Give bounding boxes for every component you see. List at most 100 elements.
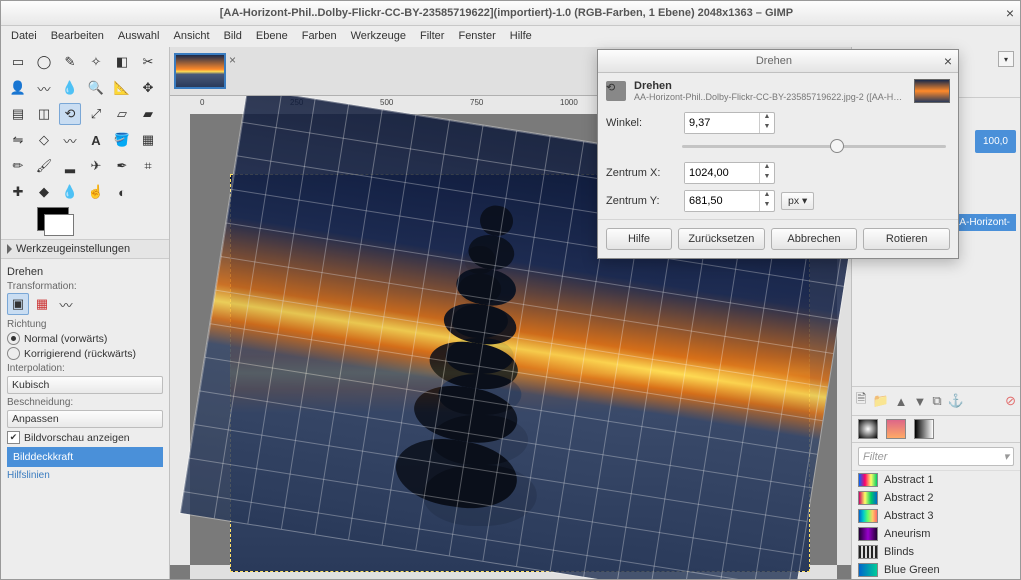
transform-target-layer[interactable]: ▣ — [7, 293, 29, 315]
menu-file[interactable]: Datei — [5, 28, 43, 48]
tool-heal[interactable]: ✚ — [7, 181, 29, 203]
spin-down-icon[interactable]: ▼ — [760, 173, 774, 183]
tool-paths[interactable]: 〰 — [33, 77, 55, 99]
menu-image[interactable]: Bild — [218, 28, 248, 48]
tool-bucket-fill[interactable]: 🪣 — [111, 129, 133, 151]
gradient-item[interactable]: Blinds — [852, 543, 1020, 561]
center-y-input[interactable]: ▲▼ — [684, 190, 775, 212]
tool-ellipse-select[interactable]: ◯ — [33, 51, 55, 73]
layers-mode-dropdown[interactable]: ▾ — [998, 51, 1014, 67]
gradient-item[interactable]: Blue Green — [852, 561, 1020, 579]
clipping-combo[interactable]: Anpassen — [7, 410, 163, 428]
window-close-button[interactable]: × — [1006, 5, 1014, 21]
tool-scissors[interactable]: ✂ — [137, 51, 159, 73]
layer-group-icon[interactable]: 📁 — [872, 393, 888, 409]
tool-color-picker[interactable]: 💧 — [59, 77, 81, 99]
menu-edit[interactable]: Bearbeiten — [45, 28, 110, 48]
direction-normal[interactable]: Normal (vorwärts) — [7, 332, 163, 345]
interpolation-combo[interactable]: Kubisch — [7, 376, 163, 394]
anchor-layer-icon[interactable]: ⚓ — [948, 393, 964, 409]
angle-field[interactable] — [685, 113, 759, 133]
gradient-item[interactable]: Abstract 1 — [852, 471, 1020, 489]
menu-layer[interactable]: Ebene — [250, 28, 294, 48]
rotate-dialog[interactable]: Drehen × ⟲ Drehen AA-Horizont-Phil..Dolb… — [597, 49, 959, 259]
transform-target-path[interactable]: 〰 — [55, 293, 77, 315]
raise-layer-icon[interactable]: ▲ — [895, 394, 908, 409]
gradient-item[interactable]: Abstract 3 — [852, 507, 1020, 525]
tool-move[interactable]: ✥ — [137, 77, 159, 99]
opacity-value[interactable]: 100,0 — [975, 130, 1016, 153]
tool-shear[interactable]: ▱ — [111, 103, 133, 125]
tool-perspective-clone[interactable]: ◆ — [33, 181, 55, 203]
tool-clone[interactable]: ⌗ — [137, 155, 159, 177]
delete-layer-icon[interactable]: ⊘ — [1005, 393, 1016, 409]
show-preview-checkbox[interactable]: ✔Bildvorschau anzeigen — [7, 431, 163, 444]
tool-perspective[interactable]: ▰ — [137, 103, 159, 125]
gradients-tab[interactable] — [858, 419, 878, 439]
unit-combo[interactable]: px ▾ — [781, 192, 814, 210]
tool-color-select[interactable]: ◧ — [111, 51, 133, 73]
tool-pencil[interactable]: ✏ — [7, 155, 29, 177]
color-swatch[interactable] — [37, 207, 69, 231]
menu-view[interactable]: Ansicht — [167, 28, 215, 48]
center-x-input[interactable]: ▲▼ — [684, 162, 775, 184]
cancel-button[interactable]: Abbrechen — [771, 228, 858, 250]
tool-smudge[interactable]: ☝ — [85, 181, 107, 203]
tool-paintbrush[interactable]: 🖌 — [33, 155, 55, 177]
tool-free-select[interactable]: ✎ — [59, 51, 81, 73]
palettes-tab[interactable] — [914, 419, 934, 439]
tool-cage[interactable]: ◇ — [33, 129, 55, 151]
tool-rotate[interactable]: ⟲ — [59, 103, 81, 125]
menu-select[interactable]: Auswahl — [112, 28, 166, 48]
image-tab-1[interactable]: × — [174, 53, 226, 89]
tool-text[interactable]: A — [85, 129, 107, 151]
spin-down-icon[interactable]: ▼ — [760, 201, 774, 211]
spin-up-icon[interactable]: ▲ — [760, 191, 774, 201]
menu-tools[interactable]: Werkzeuge — [345, 28, 412, 48]
tool-fuzzy-select[interactable]: ✧ — [85, 51, 107, 73]
gradient-filter-input[interactable]: Filter▾ — [858, 447, 1014, 466]
spin-up-icon[interactable]: ▲ — [760, 163, 774, 173]
center-x-field[interactable] — [685, 163, 759, 183]
dialog-titlebar[interactable]: Drehen × — [598, 50, 958, 73]
menu-filter[interactable]: Filter — [414, 28, 450, 48]
tool-align[interactable]: ▤ — [7, 103, 29, 125]
tool-blur[interactable]: 💧 — [59, 181, 81, 203]
duplicate-layer-icon[interactable]: ⧉ — [932, 393, 941, 409]
help-button[interactable]: Hilfe — [606, 228, 672, 250]
tool-blend[interactable]: ▦ — [137, 129, 159, 151]
tool-rect-select[interactable]: ▭ — [7, 51, 29, 73]
dialog-close-button[interactable]: × — [944, 53, 952, 69]
tab-close-icon[interactable]: × — [229, 53, 236, 67]
menu-windows[interactable]: Fenster — [452, 28, 501, 48]
direction-corrective[interactable]: Korrigierend (rückwärts) — [7, 347, 163, 360]
angle-input[interactable]: ▲▼ — [684, 112, 775, 134]
tool-dodge[interactable]: ◐ — [111, 181, 133, 203]
rotate-button[interactable]: Rotieren — [863, 228, 950, 250]
angle-slider[interactable] — [682, 137, 946, 155]
tool-crop[interactable]: ◫ — [33, 103, 55, 125]
gradient-item[interactable]: Aneurism — [852, 525, 1020, 543]
gradient-list[interactable]: Abstract 1 Abstract 2 Abstract 3 Aneuris… — [852, 470, 1020, 579]
tool-scale[interactable]: ⤢ — [85, 103, 107, 125]
tool-ink[interactable]: ✒ — [111, 155, 133, 177]
tool-eraser[interactable]: ▂ — [59, 155, 81, 177]
spin-up-icon[interactable]: ▲ — [760, 113, 774, 123]
gradient-item[interactable]: Abstract 2 — [852, 489, 1020, 507]
spin-down-icon[interactable]: ▼ — [760, 123, 774, 133]
tool-warp[interactable]: 〰 — [59, 129, 81, 151]
tool-measure[interactable]: 📐 — [111, 77, 133, 99]
tool-airbrush[interactable]: ✈ — [85, 155, 107, 177]
tool-options-header[interactable]: Werkzeugeinstellungen — [1, 239, 169, 259]
lower-layer-icon[interactable]: ▼ — [914, 394, 927, 409]
new-layer-icon[interactable]: 🗎 — [856, 390, 866, 412]
slider-handle[interactable] — [830, 139, 844, 153]
tool-foreground-select[interactable]: 👤 — [7, 77, 29, 99]
transform-target-selection[interactable]: ▦ — [31, 293, 53, 315]
reset-button[interactable]: Zurücksetzen — [678, 228, 765, 250]
tool-zoom[interactable]: 🔍 — [85, 77, 107, 99]
menu-colors[interactable]: Farben — [296, 28, 343, 48]
image-opacity-slider[interactable]: Bilddeckkraft — [7, 447, 163, 467]
patterns-tab[interactable] — [886, 419, 906, 439]
center-y-field[interactable] — [685, 191, 759, 211]
